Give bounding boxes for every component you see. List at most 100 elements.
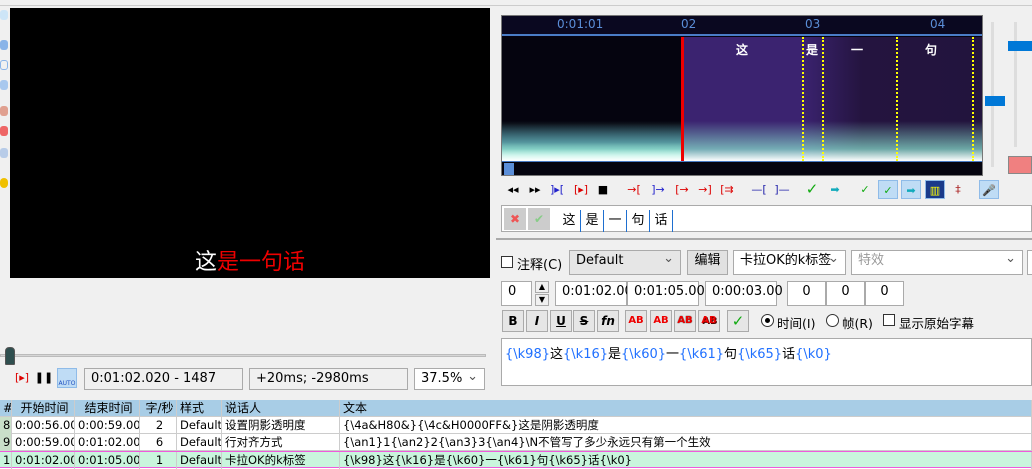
col-start[interactable]: 开始时间 bbox=[12, 400, 75, 417]
duration-input[interactable]: 0:00:03.00 bbox=[705, 281, 783, 306]
strikeout-button[interactable]: S bbox=[573, 310, 595, 332]
video-display[interactable]: 这是一句话 bbox=[10, 8, 490, 278]
bold-button[interactable]: B bbox=[502, 310, 524, 332]
horizontal-zoom-thumb[interactable] bbox=[985, 96, 1005, 106]
lead-in-icon[interactable]: —[ bbox=[749, 180, 769, 199]
col-num[interactable]: # bbox=[0, 400, 12, 417]
margin-left-input[interactable]: 0 bbox=[787, 281, 826, 306]
extra-tool-icon[interactable] bbox=[0, 178, 8, 188]
edit-style-button[interactable]: 编辑 bbox=[687, 250, 728, 275]
underline-button[interactable]: U bbox=[550, 310, 572, 332]
next-line-icon[interactable]: ▸▸ bbox=[525, 180, 545, 199]
splitter[interactable] bbox=[496, 238, 1032, 240]
stop-icon[interactable]: ■ bbox=[593, 180, 613, 199]
col-end[interactable]: 结束时间 bbox=[75, 400, 140, 417]
italic-button[interactable]: I bbox=[526, 310, 548, 332]
table-row[interactable]: 8 0:00:56.00 0:00:59.00 2 Default 设置阴影透明… bbox=[0, 417, 1032, 434]
prev-line-icon[interactable]: ◂◂ bbox=[503, 180, 523, 199]
margin-vertical-input[interactable]: 0 bbox=[865, 281, 904, 306]
col-text[interactable]: 文本 bbox=[340, 400, 1032, 417]
karaoke-divider[interactable] bbox=[972, 37, 974, 161]
play-line-icon[interactable]: [▸] bbox=[12, 368, 32, 388]
row-cps: 1 bbox=[140, 452, 177, 469]
primary-color-button[interactable]: AB bbox=[625, 310, 647, 332]
karaoke-cancel-icon[interactable]: ✖ bbox=[504, 208, 526, 230]
secondary-color-button[interactable]: AB bbox=[650, 310, 672, 332]
margin-right-input[interactable]: 0 bbox=[826, 281, 865, 306]
row-start: 0:00:56.00 bbox=[12, 417, 75, 434]
karaoke-divider[interactable] bbox=[822, 37, 824, 161]
karaoke-divider[interactable] bbox=[896, 37, 898, 161]
play-to-end-icon[interactable]: [⇉ bbox=[717, 180, 737, 199]
subtitle-text-editor[interactable]: {\k98}这{\k16}是{\k60}一{\k61}句{\k65}话{\k0} bbox=[501, 338, 1032, 386]
layer-input[interactable]: 0 bbox=[501, 281, 532, 306]
link-toggle-button[interactable] bbox=[1008, 156, 1032, 174]
end-time-input[interactable]: 0:01:05.00 bbox=[627, 281, 705, 306]
auto-next-icon[interactable]: ➡ bbox=[901, 180, 921, 199]
subtitle-grid[interactable]: # 开始时间 结束时间 字/秒 样式 说话人 文本 8 0:00:56.00 0… bbox=[0, 400, 1032, 469]
show-original-checkbox[interactable] bbox=[883, 314, 895, 326]
spectrum-commit-icon[interactable]: ✓ bbox=[878, 180, 898, 199]
karaoke-accept-icon[interactable]: ✔ bbox=[528, 208, 550, 230]
auto-commit-icon[interactable]: ✓ bbox=[855, 180, 875, 199]
rotate-z-tool-icon[interactable] bbox=[0, 60, 8, 70]
go-next-icon[interactable]: ➡ bbox=[825, 180, 845, 199]
move-tool-icon[interactable] bbox=[0, 40, 8, 50]
outline-color-button[interactable]: AB bbox=[674, 310, 696, 332]
shadow-color-button[interactable]: AB bbox=[698, 310, 720, 332]
commit-icon[interactable]: ✓ bbox=[802, 180, 822, 199]
rotate-xy-tool-icon[interactable] bbox=[0, 80, 8, 90]
commit-button[interactable]: ✓ bbox=[727, 310, 749, 332]
comment-checkbox[interactable] bbox=[501, 256, 513, 268]
table-row[interactable]: 9 0:00:59.00 0:01:02.00 6 Default 行对齐方式 … bbox=[0, 434, 1032, 451]
scale-tool-icon[interactable] bbox=[0, 106, 8, 116]
override-tag: {\k16} bbox=[563, 347, 609, 362]
play-selection-icon[interactable]: ]▸[ bbox=[547, 180, 567, 199]
play-line-icon[interactable]: [▸] bbox=[571, 180, 591, 199]
layer-up-icon[interactable]: ▲ bbox=[535, 281, 549, 293]
seek-slider-thumb[interactable] bbox=[5, 347, 15, 365]
play-before-icon[interactable]: →[ bbox=[624, 180, 644, 199]
layer-down-icon[interactable]: ▼ bbox=[535, 294, 549, 306]
karaoke-syllable[interactable]: 这 bbox=[558, 210, 581, 232]
actor-select[interactable]: 卡拉OK的k标签 bbox=[733, 249, 846, 275]
audio-display[interactable]: 0:01:01 02 03 04 这 是 一 句 bbox=[501, 15, 983, 176]
karaoke-divider[interactable] bbox=[802, 37, 804, 161]
effect-input[interactable]: 特效 bbox=[851, 249, 1023, 275]
pause-icon[interactable]: ❚❚ bbox=[34, 368, 54, 388]
col-style[interactable]: 样式 bbox=[177, 400, 222, 417]
show-original-label: 显示原始字幕 bbox=[899, 316, 975, 331]
karaoke-mode-icon[interactable]: 🎤 bbox=[979, 180, 999, 199]
frame-radio[interactable] bbox=[826, 314, 839, 327]
time-radio[interactable] bbox=[761, 314, 774, 327]
play-first-icon[interactable]: ]→ bbox=[648, 180, 668, 199]
spectrogram[interactable]: 这 是 一 句 bbox=[502, 37, 982, 161]
karaoke-syllable[interactable]: 是 bbox=[581, 210, 604, 232]
karaoke-syllable[interactable]: 句 bbox=[627, 210, 650, 232]
spectrum-mode-icon[interactable]: ▥ bbox=[925, 180, 945, 199]
col-cps[interactable]: 字/秒 bbox=[140, 400, 177, 417]
markers-icon[interactable]: ‡ bbox=[948, 180, 968, 199]
crosshair-tool-icon[interactable] bbox=[0, 10, 8, 20]
play-last-icon[interactable]: [→ bbox=[672, 180, 692, 199]
horizontal-zoom-track[interactable] bbox=[991, 22, 994, 167]
start-time-input[interactable]: 0:01:02.00 bbox=[555, 281, 633, 306]
zoom-select[interactable]: 37.5% bbox=[414, 367, 485, 390]
style-select[interactable]: Default bbox=[569, 249, 681, 275]
table-row-selected[interactable]: 10 0:01:02.00 0:01:05.00 1 Default 卡拉OK的… bbox=[0, 451, 1032, 469]
lead-out-icon[interactable]: ]— bbox=[772, 180, 792, 199]
autoscroll-toggle-icon[interactable]: AUTO bbox=[57, 368, 77, 388]
karaoke-bar[interactable]: ✖ ✔ 这 是 一 句 话 bbox=[501, 205, 1032, 232]
volume-thumb[interactable] bbox=[1008, 41, 1032, 51]
karaoke-syllable[interactable]: 一 bbox=[604, 210, 627, 232]
clip-tool-icon[interactable] bbox=[0, 126, 8, 136]
vector-clip-tool-icon[interactable] bbox=[0, 148, 8, 158]
font-button[interactable]: fn bbox=[597, 310, 619, 332]
audio-scrollbar[interactable] bbox=[502, 161, 982, 175]
play-after-icon[interactable]: →] bbox=[695, 180, 715, 199]
audio-scroll-thumb[interactable] bbox=[504, 163, 514, 175]
video-seek-slider[interactable] bbox=[0, 354, 486, 357]
karaoke-syllable[interactable]: 话 bbox=[650, 210, 673, 232]
col-actor[interactable]: 说话人 bbox=[222, 400, 340, 417]
audio-start-marker[interactable] bbox=[681, 37, 684, 161]
